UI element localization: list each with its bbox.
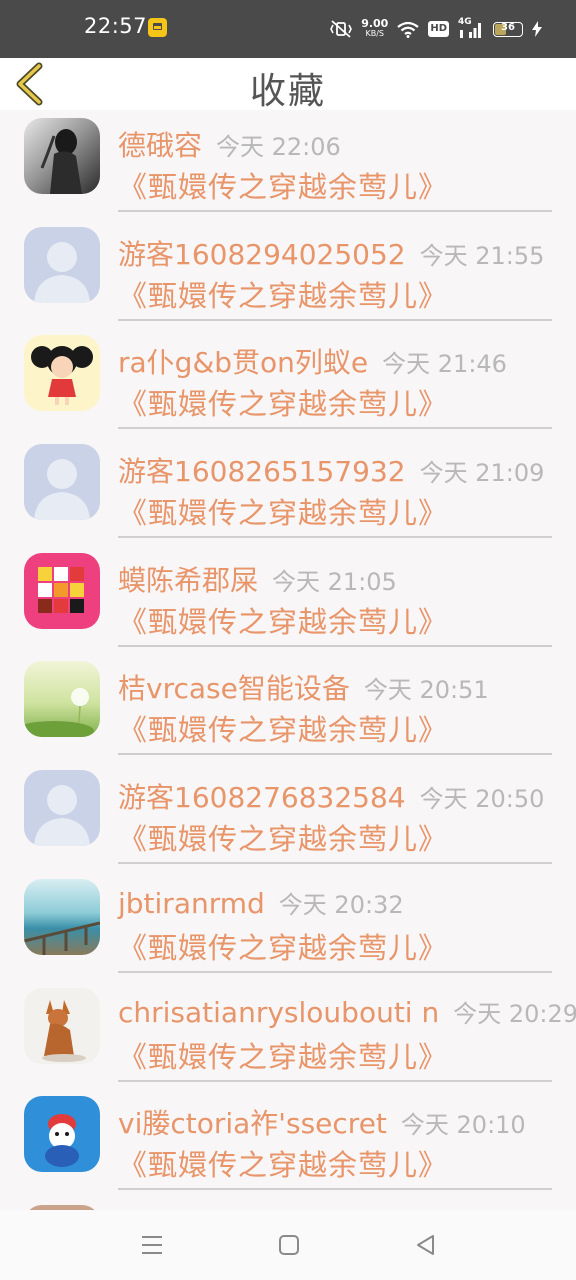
back-triangle-icon[interactable] [413,1232,439,1258]
username[interactable]: vi媵ctoria祚'ssecret [118,1107,387,1140]
page-title: 收藏 [249,71,326,112]
system-nav-bar [0,1210,576,1280]
notification-icon [148,18,167,37]
signal-icon: 4G [458,17,484,39]
timestamp: 今天 21:46 [382,350,507,379]
vibrate-mute-icon [330,20,353,38]
network-speed: 9.00 KB/S [361,18,388,39]
username[interactable]: jbtiranrmd [118,887,265,920]
seaside-fence-icon[interactable] [24,878,100,955]
book-title[interactable]: 《甄嬛传之穿越余莺儿》 [118,707,448,749]
book-title[interactable]: 《甄嬛传之穿越余莺儿》 [118,925,448,967]
timestamp: 今天 20:51 [363,676,489,705]
favorites-list: 德硪容 今天 22:06 《甄嬛传之穿越余莺儿》 游客1608294025052 今… [0,110,576,1210]
battery-icon: 36 [493,21,523,37]
cartoon-girl-icon[interactable] [24,335,100,412]
speed-unit: KB/S [365,29,385,38]
favorite-info: 游客1608276832584 今天 20:50 《甄嬛传之穿越余莺儿》 [118,762,552,865]
username[interactable]: 桔vrcase智能设备 [118,672,350,705]
favorite-info: vi媵ctoria祚'ssecret 今天 20:10 《甄嬛传之穿越余莺儿》 [118,1088,552,1191]
home-icon[interactable] [276,1232,302,1258]
status-bar: 22:57 9.00 KB/S HD 4G 36 [0,0,576,58]
favorite-info: 游客1608294025052 今天 21:55 《甄嬛传之穿越余莺儿》 [118,219,552,321]
favorite-item[interactable]: 桔vrcase智能设备 今天 20:51 《甄嬛传之穿越余莺儿》 [0,653,576,762]
favorite-item[interactable]: 游客1608276832584 今天 20:50 《甄嬛传之穿越余莺儿》 [0,762,576,871]
favorite-item[interactable]: jbtiranrmd 今天 20:32 《甄嬛传之穿越余莺儿》 [0,871,576,980]
favorite-item[interactable]: 德硪容 今天 22:06 《甄嬛传之穿越余莺儿》 [0,110,576,219]
header: 收藏 [0,58,576,112]
username[interactable]: 游客1608265157932 [118,455,406,488]
book-title[interactable]: 《甄嬛传之穿越余莺儿》 [118,1034,448,1076]
username[interactable]: 游客1608294025052 [118,238,406,271]
favorite-item[interactable]: 游客1608294025052 今天 21:55 《甄嬛传之穿越余莺儿》 [0,219,576,328]
favorite-info: jbtiranrmd 今天 20:32 《甄嬛传之穿越余莺儿》 [118,871,552,973]
username[interactable]: chrisatianrysloubouti n [118,996,439,1029]
rubik-cube-icon[interactable] [24,552,100,629]
wifi-icon [397,21,420,38]
book-title[interactable]: 《甄嬛传之穿越余莺儿》 [118,381,448,423]
book-title[interactable]: 《甄嬛传之穿越余莺儿》 [118,164,448,206]
book-title[interactable]: 《甄嬛传之穿越余莺儿》 [118,1142,448,1184]
status-time: 22:57 [84,14,148,38]
username[interactable]: 游客1608276832584 [118,781,406,814]
photo-girl-bw-icon[interactable] [24,118,100,194]
timestamp: 今天 20:50 [419,785,545,814]
battery-level: 36 [501,21,515,33]
username[interactable]: ra仆g&b贯on列蚁e [118,346,368,379]
dandelion-field-icon[interactable] [24,661,100,738]
hd-badge: HD [428,21,449,37]
menu-icon[interactable] [139,1232,165,1258]
status-icons: 9.00 KB/S HD 4G 36 [330,15,542,43]
favorite-item[interactable]: 蟆陈希郡屎 今天 21:05 《甄嬛传之穿越余莺儿》 [0,545,576,654]
book-title[interactable]: 《甄嬛传之穿越余莺儿》 [118,599,448,641]
favorite-info: ra仆g&b贯on列蚁e 今天 21:46 《甄嬛传之穿越余莺儿》 [118,327,552,430]
dog-figurine-icon[interactable] [24,987,100,1064]
timestamp: 今天 22:06 [216,133,341,161]
favorite-item[interactable]: chrisatianrysloubouti n 今天 20:29 《甄嬛传之穿越余… [0,980,576,1089]
default-user-icon[interactable] [24,444,100,521]
favorite-info: 德硪容 今天 22:06 《甄嬛传之穿越余莺儿》 [118,110,552,212]
username[interactable]: 德硪容 [118,129,202,162]
timestamp: 今天 20:32 [278,890,404,919]
favorite-item[interactable]: ra仆g&b贯on列蚁e 今天 21:46 《甄嬛传之穿越余莺儿》 [0,327,576,436]
book-title[interactable]: 《甄嬛传之穿越余莺儿》 [118,273,448,315]
default-user-icon[interactable] [24,226,100,303]
favorite-info: 游客1608265157932 今天 21:09 《甄嬛传之穿越余莺儿》 [118,436,552,539]
favorite-item[interactable]: 游客1608265157932 今天 21:09 《甄嬛传之穿越余莺儿》 [0,436,576,545]
book-title[interactable]: 《甄嬛传之穿越余莺儿》 [118,490,448,532]
timestamp: 今天 20:29 [453,999,576,1028]
book-title[interactable]: 《甄嬛传之穿越余莺儿》 [118,816,448,858]
username[interactable]: 蟆陈希郡屎 [118,564,258,597]
cartoon-mascot-icon[interactable] [24,1096,100,1173]
timestamp: 今天 21:55 [419,241,545,270]
favorite-item-partial [0,1197,576,1210]
favorite-info: chrisatianrysloubouti n 今天 20:29 《甄嬛传之穿越余… [118,980,576,1082]
favorite-info: 桔vrcase智能设备 今天 20:51 《甄嬛传之穿越余莺儿》 [118,653,552,756]
timestamp: 今天 20:10 [400,1111,526,1140]
timestamp: 今天 21:05 [272,567,397,596]
favorite-info: 蟆陈希郡屎 今天 21:05 《甄嬛传之穿越余莺儿》 [118,545,552,647]
default-user-icon[interactable] [24,770,100,847]
favorite-item[interactable]: vi媵ctoria祚'ssecret 今天 20:10 《甄嬛传之穿越余莺儿》 [0,1088,576,1197]
charging-icon [532,21,542,37]
timestamp: 今天 21:09 [419,459,545,488]
